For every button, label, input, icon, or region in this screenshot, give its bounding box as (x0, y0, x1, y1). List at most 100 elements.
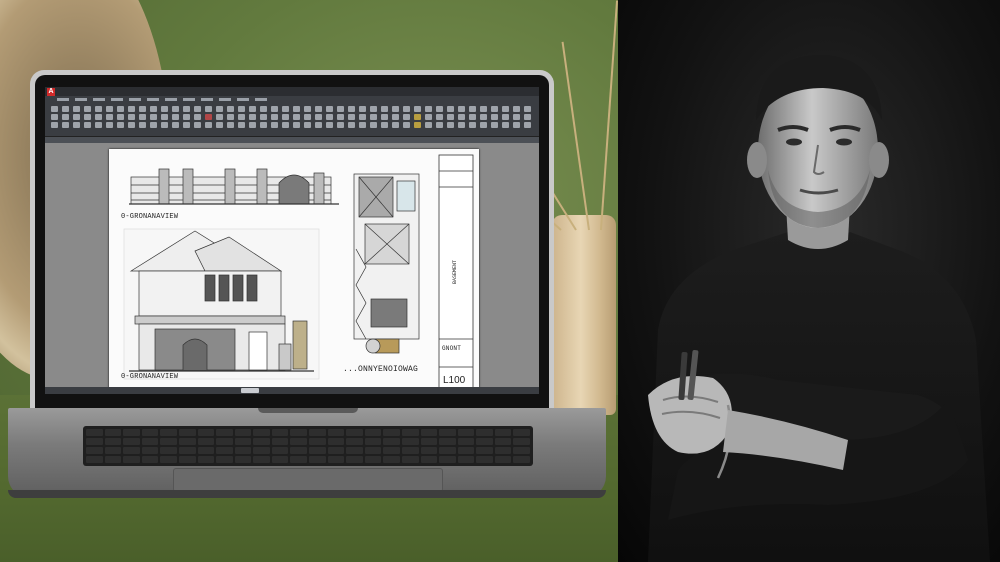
ribbon-tool-icon[interactable] (304, 122, 311, 128)
ribbon-tool-icon[interactable] (491, 122, 498, 128)
ribbon-tool-icon[interactable] (315, 122, 322, 128)
ribbon-tab[interactable] (255, 98, 267, 101)
ribbon-tool-icon[interactable] (392, 114, 399, 120)
ribbon-tool-icon[interactable] (194, 114, 201, 120)
ribbon-tool-icon[interactable] (128, 114, 135, 120)
ribbon-tool-icon[interactable] (227, 106, 234, 112)
ribbon-tool-icon[interactable] (458, 106, 465, 112)
ribbon-tool-icon[interactable] (293, 122, 300, 128)
ribbon-tool-icon[interactable] (106, 122, 113, 128)
ribbon-tool-icon[interactable] (238, 122, 245, 128)
ribbon-tab[interactable] (93, 98, 105, 101)
ribbon-tool-icon[interactable] (282, 122, 289, 128)
ribbon-tab[interactable] (147, 98, 159, 101)
ribbon-tool-icon[interactable] (436, 122, 443, 128)
ribbon-tool-icon[interactable] (84, 106, 91, 112)
ribbon-tab[interactable] (75, 98, 87, 101)
ribbon-tool-icon[interactable] (238, 106, 245, 112)
ribbon-tool-icon[interactable] (458, 122, 465, 128)
ribbon-tool-icon[interactable] (106, 114, 113, 120)
ribbon-tool-icon[interactable] (326, 122, 333, 128)
ribbon-tool-icon[interactable] (172, 114, 179, 120)
ribbon-tool-icon[interactable] (260, 106, 267, 112)
ribbon-tool-icon[interactable] (491, 114, 498, 120)
ribbon-tool-icon[interactable] (513, 106, 520, 112)
ribbon-tool-icon[interactable] (150, 114, 157, 120)
ribbon-tool-icon[interactable] (502, 106, 509, 112)
ribbon-tool-icon[interactable] (337, 122, 344, 128)
ribbon-tool-icon[interactable] (249, 122, 256, 128)
ribbon-tool-icon[interactable] (216, 122, 223, 128)
ribbon-tool-icon[interactable] (491, 106, 498, 112)
ribbon-tool-icon[interactable] (205, 114, 212, 120)
ribbon-tool-icon[interactable] (304, 114, 311, 120)
ribbon-tool-icon[interactable] (315, 106, 322, 112)
ribbon-tool-icon[interactable] (271, 114, 278, 120)
ribbon-tool-icon[interactable] (128, 122, 135, 128)
ribbon-tool-icon[interactable] (183, 106, 190, 112)
ribbon-tool-icon[interactable] (194, 122, 201, 128)
ribbon-tool-icon[interactable] (392, 106, 399, 112)
ribbon-tool-icon[interactable] (392, 122, 399, 128)
ribbon-tool-icon[interactable] (260, 114, 267, 120)
ribbon-tool-icon[interactable] (447, 122, 454, 128)
ribbon-tool-icon[interactable] (458, 114, 465, 120)
ribbon-tool-icon[interactable] (172, 106, 179, 112)
ribbon-tool-icon[interactable] (326, 106, 333, 112)
ribbon-tool-icon[interactable] (513, 122, 520, 128)
ribbon-tool-icon[interactable] (513, 114, 520, 120)
ribbon-tool-icon[interactable] (271, 122, 278, 128)
ribbon-tool-icon[interactable] (381, 106, 388, 112)
ribbon-tool-icon[interactable] (381, 114, 388, 120)
cad-app-icon[interactable]: A (47, 87, 55, 96)
ribbon-tool-icon[interactable] (524, 122, 531, 128)
ribbon-tool-icon[interactable] (205, 106, 212, 112)
ribbon-tool-icon[interactable] (524, 106, 531, 112)
ribbon-tool-icon[interactable] (359, 114, 366, 120)
ribbon-tool-icon[interactable] (249, 106, 256, 112)
ribbon-tool-icon[interactable] (51, 106, 58, 112)
ribbon-tool-icon[interactable] (117, 114, 124, 120)
ribbon-tool-icon[interactable] (480, 106, 487, 112)
ribbon-tool-icon[interactable] (326, 114, 333, 120)
ribbon-tool-icon[interactable] (227, 122, 234, 128)
ribbon-tool-icon[interactable] (73, 122, 80, 128)
ribbon-tool-icon[interactable] (469, 114, 476, 120)
ribbon-tool-icon[interactable] (359, 122, 366, 128)
ribbon-tool-icon[interactable] (414, 122, 421, 128)
ribbon-tool-icon[interactable] (172, 122, 179, 128)
ribbon-tool-icon[interactable] (425, 114, 432, 120)
ribbon-tool-icon[interactable] (414, 114, 421, 120)
ribbon-tool-icon[interactable] (271, 106, 278, 112)
ribbon-tool-icon[interactable] (282, 106, 289, 112)
ribbon-tool-icon[interactable] (425, 122, 432, 128)
ribbon-tool-icon[interactable] (51, 122, 58, 128)
ribbon-tool-icon[interactable] (414, 106, 421, 112)
ribbon-tool-icon[interactable] (502, 114, 509, 120)
ribbon-tool-icon[interactable] (348, 122, 355, 128)
ribbon-tool-icon[interactable] (194, 106, 201, 112)
ribbon-tool-icon[interactable] (348, 106, 355, 112)
ribbon-tool-icon[interactable] (293, 106, 300, 112)
ribbon-tool-icon[interactable] (381, 122, 388, 128)
ribbon-tool-icon[interactable] (293, 114, 300, 120)
ribbon-tool-icon[interactable] (480, 114, 487, 120)
ribbon-tool-icon[interactable] (73, 106, 80, 112)
ribbon-tool-icon[interactable] (95, 106, 102, 112)
ribbon-tool-icon[interactable] (117, 122, 124, 128)
ribbon-tool-icon[interactable] (161, 106, 168, 112)
ribbon-tool-icon[interactable] (183, 114, 190, 120)
ribbon-tool-icon[interactable] (95, 114, 102, 120)
ribbon-tool-icon[interactable] (447, 106, 454, 112)
ribbon-tool-icon[interactable] (84, 122, 91, 128)
ribbon-tool-icon[interactable] (403, 114, 410, 120)
ribbon-tool-icon[interactable] (150, 122, 157, 128)
ribbon-tool-icon[interactable] (62, 106, 69, 112)
ribbon-tool-icon[interactable] (51, 114, 58, 120)
ribbon-tool-icon[interactable] (161, 122, 168, 128)
ribbon-tool-icon[interactable] (62, 122, 69, 128)
ribbon-tab[interactable] (201, 98, 213, 101)
ribbon-tool-icon[interactable] (348, 114, 355, 120)
ribbon-tool-icon[interactable] (359, 106, 366, 112)
ribbon-tool-icon[interactable] (73, 114, 80, 120)
